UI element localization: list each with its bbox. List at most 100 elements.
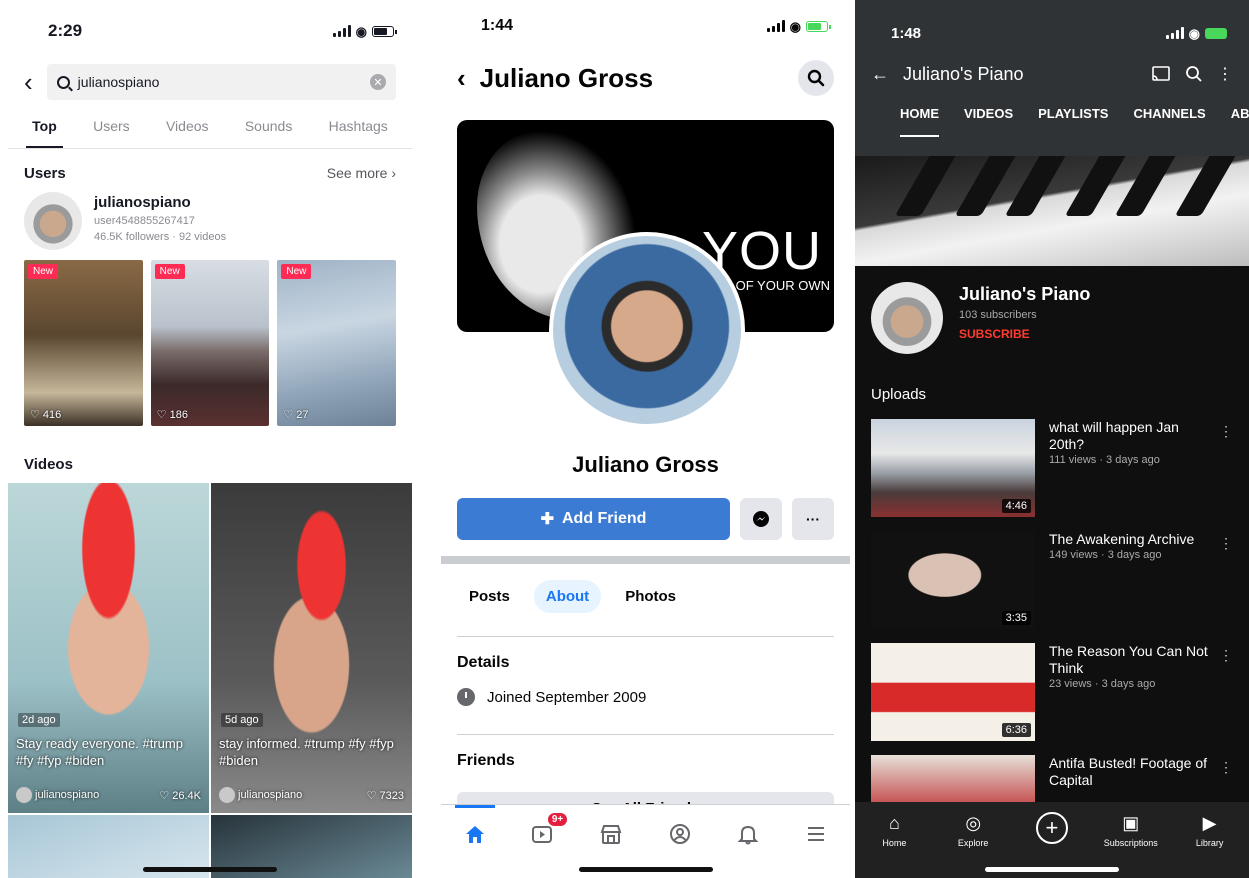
video-thumb[interactable]: New ♡ 27 xyxy=(277,260,397,426)
nav-notifications[interactable] xyxy=(728,819,768,849)
video-item[interactable]: 3:35 The Awakening Archive 149 views · 3… xyxy=(855,531,1249,643)
channel-header: 1:48 ◉ ← Juliano's Piano ⋮ HOME VIDEOS P… xyxy=(855,0,1249,156)
video-thumbnail[interactable]: 6:36 xyxy=(871,643,1035,741)
more-vert-icon[interactable]: ⋮ xyxy=(1219,423,1233,440)
users-heading: Users xyxy=(24,165,66,182)
video-card[interactable]: 2d ago Stay ready everyone. #trump #fy #… xyxy=(8,483,209,813)
back-icon[interactable]: ‹ xyxy=(24,69,33,95)
user-stats: 46.5K followers · 92 videos xyxy=(94,231,227,243)
video-thumb[interactable]: New ♡ 416 xyxy=(24,260,143,426)
back-icon[interactable]: ‹ xyxy=(457,63,466,94)
see-more-link[interactable]: See more › xyxy=(327,165,396,182)
nav-home[interactable] xyxy=(455,805,496,849)
like-count: ♡ 27 xyxy=(283,409,309,421)
signal-icon xyxy=(1165,27,1184,39)
video-meta: 23 views · 3 days ago xyxy=(1049,678,1156,690)
tab-about[interactable]: About xyxy=(533,580,602,613)
tab-posts[interactable]: Posts xyxy=(457,580,522,613)
channel-title: Juliano's Piano xyxy=(903,63,1024,84)
video-title: what will happen Jan 20th? xyxy=(1049,419,1179,452)
battery-icon xyxy=(806,20,831,32)
profile-picture[interactable] xyxy=(549,232,745,428)
avatar[interactable] xyxy=(24,192,82,250)
nav-menu[interactable] xyxy=(796,819,836,849)
video-thumbnail[interactable]: 4:46 xyxy=(871,419,1035,517)
search-icon[interactable] xyxy=(1185,65,1203,83)
user-result[interactable]: julianospiano user4548855267417 46.5K fo… xyxy=(8,192,412,250)
avatar[interactable] xyxy=(871,282,943,354)
video-card[interactable]: 5d ago stay informed. #trump #fy #fyp #b… xyxy=(211,483,412,813)
nav-watch[interactable]: 9+ xyxy=(523,813,568,849)
video-item[interactable]: 6:36 The Reason You Can Not Think 23 vie… xyxy=(855,643,1249,755)
wifi-icon: ◉ xyxy=(355,23,367,39)
video-title: The Awakening Archive xyxy=(1049,531,1195,547)
more-vert-icon[interactable]: ⋮ xyxy=(1217,64,1233,84)
tab-playlists[interactable]: PLAYLISTS xyxy=(1038,106,1108,137)
details-heading: Details xyxy=(457,654,510,671)
more-button[interactable]: ··· xyxy=(792,498,834,540)
tab-channels[interactable]: CHANNELS xyxy=(1133,106,1205,137)
nav-library[interactable]: ▶ Library xyxy=(1180,812,1240,878)
menu-icon xyxy=(807,827,824,841)
users-section-header: Users See more › xyxy=(8,149,412,192)
tiktok-screen: 2:29 ◉ ‹ julianospiano ✕ Top Users Video… xyxy=(8,0,412,878)
back-arrow-icon[interactable]: ← xyxy=(871,64,889,85)
video-meta: 149 views · 3 days ago xyxy=(1049,549,1162,561)
plus-icon: + xyxy=(1035,812,1068,844)
search-input[interactable]: julianospiano ✕ xyxy=(46,64,396,100)
nav-label: Library xyxy=(1195,838,1224,848)
video-author[interactable]: julianospiano xyxy=(16,787,99,803)
clear-icon[interactable]: ✕ xyxy=(370,74,386,90)
avatar xyxy=(16,787,32,803)
facebook-screen: 1:44 ◉ ‹ Juliano Gross YOU OF YOUR OWN J… xyxy=(441,0,850,878)
tab-videos[interactable]: Videos xyxy=(160,112,215,148)
cover-subtext: OF YOUR OWN xyxy=(735,278,830,293)
videos-heading: Videos xyxy=(24,456,73,473)
channel-name: Juliano's Piano xyxy=(959,284,1091,304)
add-person-icon: ✚ xyxy=(540,511,554,528)
search-button[interactable] xyxy=(798,60,834,96)
tab-hashtags[interactable]: Hashtags xyxy=(323,112,394,148)
cast-icon[interactable] xyxy=(1151,65,1171,83)
marketplace-icon xyxy=(601,825,622,844)
bell-icon xyxy=(737,825,759,845)
wifi-icon: ◉ xyxy=(1188,25,1200,41)
tab-sounds[interactable]: Sounds xyxy=(239,112,298,148)
add-friend-button[interactable]: ✚ Add Friend xyxy=(457,498,730,540)
nav-home[interactable]: ⌂ Home xyxy=(864,812,924,878)
messenger-button[interactable] xyxy=(740,498,782,540)
more-vert-icon[interactable]: ⋮ xyxy=(1219,759,1233,776)
divider xyxy=(457,734,834,735)
nav-profile[interactable] xyxy=(660,819,700,849)
tab-videos[interactable]: VIDEOS xyxy=(964,106,1013,137)
video-author[interactable]: julianospiano xyxy=(219,787,302,803)
avatar xyxy=(219,787,235,803)
video-thumb[interactable]: New ♡ 186 xyxy=(150,260,270,426)
search-icon xyxy=(807,69,825,87)
video-title: Antifa Busted! Footage of Capital xyxy=(1049,755,1207,788)
tab-top[interactable]: Top xyxy=(26,112,63,148)
friends-heading: Friends xyxy=(457,752,515,769)
subscribe-button[interactable]: SUBSCRIBE xyxy=(959,327,1090,341)
tab-photos[interactable]: Photos xyxy=(613,580,688,613)
new-badge: New xyxy=(28,264,59,279)
clock-icon xyxy=(457,688,475,706)
search-query[interactable]: julianospiano xyxy=(78,74,160,90)
video-item[interactable]: 4:46 what will happen Jan 20th? 111 view… xyxy=(855,419,1249,531)
nav-marketplace[interactable] xyxy=(591,819,631,849)
tab-home[interactable]: HOME xyxy=(900,106,939,137)
add-friend-label: Add Friend xyxy=(561,510,647,527)
more-vert-icon[interactable]: ⋮ xyxy=(1219,535,1233,552)
video-caption: stay informed. #trump #fy #fyp #biden xyxy=(219,736,394,768)
video-thumbnail[interactable]: 3:35 xyxy=(871,531,1035,629)
tab-about[interactable]: AB xyxy=(1231,106,1249,137)
tab-users[interactable]: Users xyxy=(87,112,136,148)
system-icons: ◉ xyxy=(766,18,831,34)
nav-label: Subscriptions xyxy=(1103,838,1158,848)
more-vert-icon[interactable]: ⋮ xyxy=(1219,647,1233,664)
uploads-heading: Uploads xyxy=(871,386,927,403)
profile-tabs: Posts About Photos xyxy=(457,580,688,613)
youtube-screen: 1:48 ◉ ← Juliano's Piano ⋮ HOME VIDEOS P… xyxy=(855,0,1249,878)
wifi-icon: ◉ xyxy=(789,18,801,34)
user-name[interactable]: julianospiano xyxy=(94,194,226,211)
